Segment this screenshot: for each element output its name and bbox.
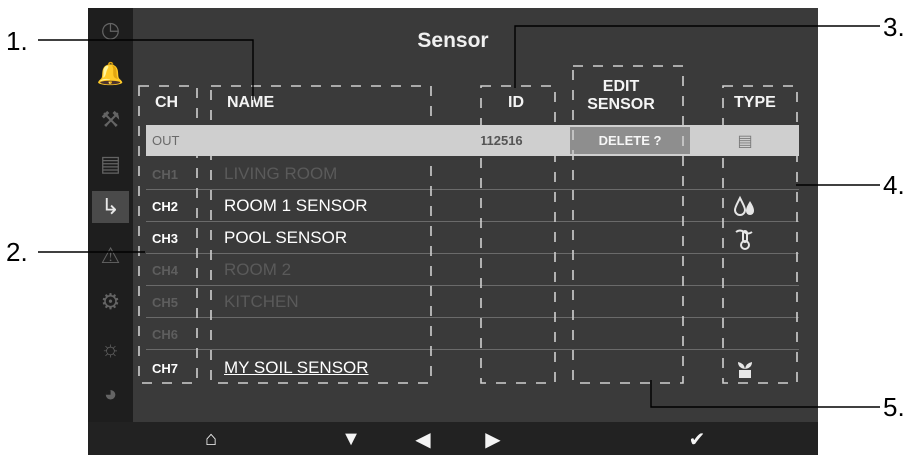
callout-4: 4. [883,170,905,200]
callout-line-1 [38,39,254,100]
callout-3: 3. [883,12,905,42]
callout-5: 5. [883,392,905,422]
callout-lines [38,25,880,408]
callout-line-5 [650,380,880,408]
callout-line-3 [514,25,880,88]
callout-1: 1. [6,26,28,56]
callout-2: 2. [6,237,28,267]
